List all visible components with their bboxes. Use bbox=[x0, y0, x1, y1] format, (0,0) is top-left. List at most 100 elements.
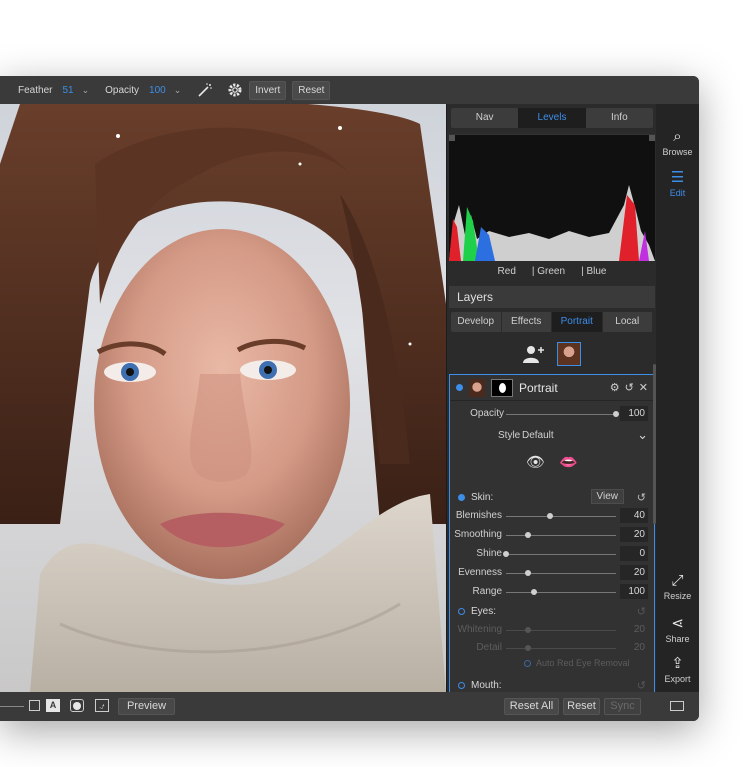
shadow-clip-indicator[interactable] bbox=[449, 135, 455, 141]
tab-effects[interactable]: Effects bbox=[502, 312, 552, 332]
circle-mask-icon[interactable] bbox=[70, 699, 84, 712]
legend-blue[interactable]: | Blue bbox=[581, 262, 606, 282]
slider-knob[interactable] bbox=[525, 532, 531, 538]
feather-chevron-icon[interactable]: ⌄ bbox=[82, 85, 90, 96]
histogram bbox=[449, 134, 655, 261]
reset-button[interactable]: Reset bbox=[563, 698, 600, 715]
slider-knob[interactable] bbox=[525, 570, 531, 576]
eyes-enabled-toggle[interactable] bbox=[458, 607, 465, 615]
legend-red[interactable]: Red bbox=[498, 262, 516, 282]
panel-toggle-icon[interactable] bbox=[670, 701, 684, 711]
opacity-slider-value[interactable]: 100 bbox=[620, 406, 648, 421]
slider-track[interactable] bbox=[506, 648, 616, 649]
add-lips-icon[interactable]: 👄 bbox=[559, 453, 578, 475]
slider-value[interactable]: 20 bbox=[620, 640, 648, 655]
style-value[interactable]: Default bbox=[522, 430, 554, 441]
slider-knob[interactable] bbox=[525, 645, 531, 651]
photo-canvas[interactable] bbox=[0, 104, 446, 692]
slider-value[interactable]: 40 bbox=[620, 508, 648, 523]
share-label: Share bbox=[665, 634, 690, 644]
share-module[interactable]: ⋖ Share bbox=[656, 614, 699, 644]
highlight-clip-indicator[interactable] bbox=[649, 135, 655, 141]
invert-button[interactable]: Invert bbox=[249, 80, 287, 100]
slider-value[interactable]: 100 bbox=[620, 584, 648, 599]
eyes-section-header: Eyes: ↺ bbox=[450, 601, 654, 621]
slider-knob[interactable] bbox=[547, 513, 553, 519]
feather-value[interactable]: 51 bbox=[62, 85, 73, 96]
tab-levels[interactable]: Levels bbox=[518, 108, 586, 128]
tab-portrait[interactable]: Portrait bbox=[552, 312, 603, 332]
before-after-icon[interactable]: ⍻ bbox=[95, 699, 109, 712]
slider-track[interactable] bbox=[506, 573, 616, 574]
auto-red-eye-option[interactable]: Auto Red Eye Removal bbox=[524, 658, 630, 668]
mouth-enabled-toggle[interactable] bbox=[458, 681, 465, 689]
slider-value[interactable]: 20 bbox=[620, 527, 648, 542]
opacity-slider-row: Opacity 100 bbox=[450, 405, 654, 423]
histogram-legend: Red | Green | Blue bbox=[449, 262, 655, 282]
layer-mask-thumbnail[interactable] bbox=[491, 378, 513, 397]
auto-red-eye-label: Auto Red Eye Removal bbox=[536, 658, 630, 668]
tab-local[interactable]: Local bbox=[603, 312, 653, 332]
slider-row: Detail 20 bbox=[450, 639, 654, 657]
slider-track[interactable] bbox=[506, 592, 616, 593]
layer-thumbnail bbox=[469, 378, 485, 397]
slider-value[interactable]: 0 bbox=[620, 546, 648, 561]
add-eye-icon[interactable]: 👁 bbox=[526, 453, 545, 475]
style-row: Style Default ⌄ bbox=[450, 427, 654, 445]
reset-toolbar-button[interactable]: Reset bbox=[292, 80, 331, 100]
skin-reset-icon[interactable]: ↺ bbox=[637, 491, 646, 504]
layers-header: Layers bbox=[449, 286, 655, 308]
mask-square-icon[interactable] bbox=[29, 700, 40, 711]
mouth-reset-icon[interactable]: ↺ bbox=[637, 679, 646, 692]
slider-track[interactable] bbox=[506, 554, 616, 555]
layer-reset-icon[interactable]: ↺ bbox=[625, 381, 634, 394]
opacity-chevron-icon[interactable]: ⌄ bbox=[174, 85, 182, 96]
style-chevron-icon[interactable]: ⌄ bbox=[637, 427, 648, 443]
slider-track[interactable] bbox=[506, 516, 616, 517]
slider-row: Whitening 20 bbox=[450, 621, 654, 639]
slider-row: Evenness 20 bbox=[450, 564, 654, 582]
layer-close-icon[interactable]: ✕ bbox=[639, 381, 648, 394]
preview-button[interactable]: Preview bbox=[118, 698, 175, 715]
skin-label: Skin: bbox=[471, 491, 494, 503]
legend-green[interactable]: | Green bbox=[532, 262, 565, 282]
tab-info[interactable]: Info bbox=[586, 108, 653, 128]
opacity-slider-knob[interactable] bbox=[613, 411, 619, 417]
add-face-icon[interactable] bbox=[523, 345, 545, 363]
slider-knob[interactable] bbox=[503, 551, 509, 557]
gear-icon[interactable] bbox=[227, 82, 243, 98]
slider-knob[interactable] bbox=[525, 627, 531, 633]
slider-row: Range 100 bbox=[450, 583, 654, 601]
skin-view-button[interactable]: View bbox=[590, 489, 624, 504]
edit-module[interactable]: ☰ Edit bbox=[656, 168, 699, 198]
slider-label: Smoothing bbox=[454, 529, 502, 540]
slider-label: Detail bbox=[476, 642, 502, 653]
eyes-reset-icon[interactable]: ↺ bbox=[637, 605, 646, 618]
portrait-layer-panel: Portrait ⚙ ↺ ✕ Opacity 100 Style Default… bbox=[449, 374, 655, 692]
text-overlay-icon[interactable]: A bbox=[46, 699, 60, 712]
layer-enabled-toggle[interactable] bbox=[456, 384, 463, 391]
slider-track[interactable] bbox=[506, 630, 616, 631]
opacity-slider-track[interactable] bbox=[506, 414, 616, 415]
zoom-slider-track[interactable] bbox=[0, 706, 24, 707]
bottom-bar: A ⍻ Preview Reset All Reset Sync bbox=[0, 692, 699, 721]
slider-knob[interactable] bbox=[530, 589, 537, 595]
slider-label: Evenness bbox=[458, 567, 502, 578]
slider-track[interactable] bbox=[506, 535, 616, 536]
slider-value[interactable]: 20 bbox=[620, 622, 648, 637]
magic-wand-icon[interactable] bbox=[197, 82, 213, 98]
skin-enabled-toggle[interactable] bbox=[458, 493, 465, 501]
opacity-value[interactable]: 100 bbox=[149, 85, 166, 96]
tab-nav[interactable]: Nav bbox=[451, 108, 518, 128]
sync-button[interactable]: Sync bbox=[604, 698, 641, 715]
portrait-layer-header[interactable]: Portrait ⚙ ↺ ✕ bbox=[450, 375, 654, 401]
browse-module[interactable]: ⌕ Browse bbox=[656, 128, 699, 157]
export-module[interactable]: ⇪ Export bbox=[656, 654, 699, 684]
tab-develop[interactable]: Develop bbox=[451, 312, 502, 332]
reset-all-button[interactable]: Reset All bbox=[504, 698, 559, 715]
layer-gear-icon[interactable]: ⚙ bbox=[610, 381, 620, 394]
resize-module[interactable]: ⤢ Resize bbox=[656, 572, 699, 601]
face-thumbnail[interactable] bbox=[557, 342, 581, 366]
slider-value[interactable]: 20 bbox=[620, 565, 648, 580]
auto-red-eye-radio[interactable] bbox=[524, 659, 531, 667]
